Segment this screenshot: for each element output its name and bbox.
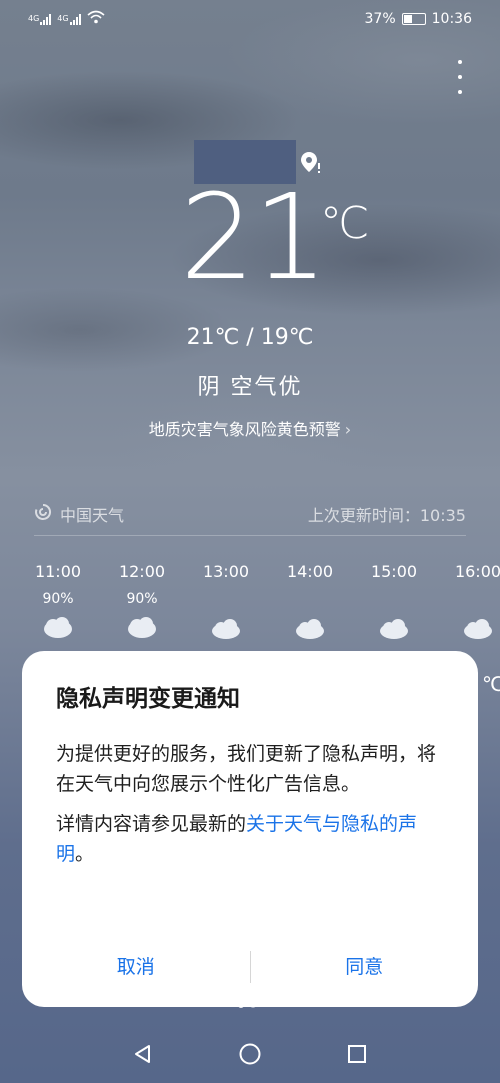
clock: 10:36 xyxy=(431,11,472,27)
weather-condition: 阴 空气优 xyxy=(197,375,303,400)
dialog-body-suffix: 。 xyxy=(75,843,95,865)
signal-2-label: 4G xyxy=(57,13,69,23)
precip-probability xyxy=(280,591,340,609)
cloud-icon xyxy=(196,615,256,643)
signal-1-icon: 4G xyxy=(28,13,52,25)
precip-probability xyxy=(364,591,424,609)
rain-cloud-icon xyxy=(112,615,172,643)
high-low-temperature: 21℃ / 19℃ xyxy=(186,325,314,350)
hour-item: 11:00 90% xyxy=(34,562,88,643)
last-updated: 上次更新时间：10:35 xyxy=(307,506,466,525)
cloud-icon xyxy=(364,615,424,643)
provider-name: 中国天气 xyxy=(60,506,125,525)
status-left: 4G 4G xyxy=(28,10,105,28)
precip-probability: 90% xyxy=(126,591,158,607)
weather-warning-link[interactable]: 地质灾害气象风险黄色预警 › xyxy=(0,416,500,440)
dialog-title: 隐私声明变更通知 xyxy=(56,686,240,712)
dialog-body-paragraph-2: 详情内容请参见最新的关于天气与隐私的声明。 xyxy=(56,809,444,869)
divider xyxy=(34,535,466,536)
hourly-temp-unit: ℃ xyxy=(482,672,500,696)
hour-item: 16:00 xyxy=(448,562,500,643)
precip-probability xyxy=(448,591,500,609)
status-bar: 4G 4G 37% 10:36 xyxy=(0,0,500,38)
battery-percent: 37% xyxy=(364,11,396,27)
hour-item: 14:00 xyxy=(280,562,340,643)
data-source-row: 中国天气 上次更新时间：10:35 xyxy=(34,500,466,528)
hourly-forecast[interactable]: 11:00 90% 12:00 90% 13:00 14:00 15:00 16… xyxy=(34,562,500,662)
home-icon[interactable] xyxy=(236,1040,264,1068)
current-temperature: 21 xyxy=(180,168,328,306)
battery-icon xyxy=(401,13,426,25)
hour-item: 13:00 xyxy=(196,562,256,643)
hour-time: 15:00 xyxy=(370,562,418,581)
rain-cloud-icon xyxy=(34,615,88,643)
temperature-unit: ℃ xyxy=(320,198,370,249)
signal-1-label: 4G xyxy=(28,13,40,23)
dialog-body-paragraph-1: 为提供更好的服务，我们更新了隐私声明，将在天气中向您展示个性化广告信息。 xyxy=(56,743,437,795)
agree-button[interactable]: 同意 xyxy=(251,947,479,987)
hour-time: 11:00 xyxy=(34,562,82,581)
cloud-icon xyxy=(280,615,340,643)
recents-icon[interactable] xyxy=(343,1040,371,1068)
provider: 中国天气 xyxy=(34,502,124,526)
hour-time: 12:00 xyxy=(118,562,166,581)
dialog-body-prefix: 详情内容请参见最新的 xyxy=(56,813,247,835)
hour-item: 12:00 90% xyxy=(112,562,172,643)
privacy-notice-dialog: 隐私声明变更通知 为提供更好的服务，我们更新了隐私声明，将在天气中向您展示个性化… xyxy=(22,651,478,1007)
cloud-icon xyxy=(448,615,500,643)
status-right: 37% 10:36 xyxy=(365,11,472,27)
hour-time: 14:00 xyxy=(286,562,334,581)
more-options-icon[interactable] xyxy=(450,60,470,94)
hour-time: 16:00 xyxy=(454,562,500,581)
back-icon[interactable] xyxy=(129,1040,157,1068)
hour-item: 15:00 xyxy=(364,562,424,643)
precip-probability: 90% xyxy=(42,591,74,607)
signal-2-icon: 4G xyxy=(57,13,81,25)
weather-warning-text: 地质灾害气象风险黄色预警 xyxy=(148,420,341,439)
provider-logo-icon xyxy=(34,503,52,525)
cancel-button[interactable]: 取消 xyxy=(22,947,250,987)
wifi-icon xyxy=(87,10,105,28)
precip-probability xyxy=(196,591,256,609)
chevron-right-icon: › xyxy=(344,420,352,439)
dialog-body: 为提供更好的服务，我们更新了隐私声明，将在天气中向您展示个性化广告信息。 详情内… xyxy=(56,739,444,869)
navigation-bar xyxy=(0,1025,500,1083)
dialog-actions: 取消 同意 xyxy=(22,927,478,1007)
hour-time: 13:00 xyxy=(202,562,250,581)
page-indicator xyxy=(238,1002,256,1008)
